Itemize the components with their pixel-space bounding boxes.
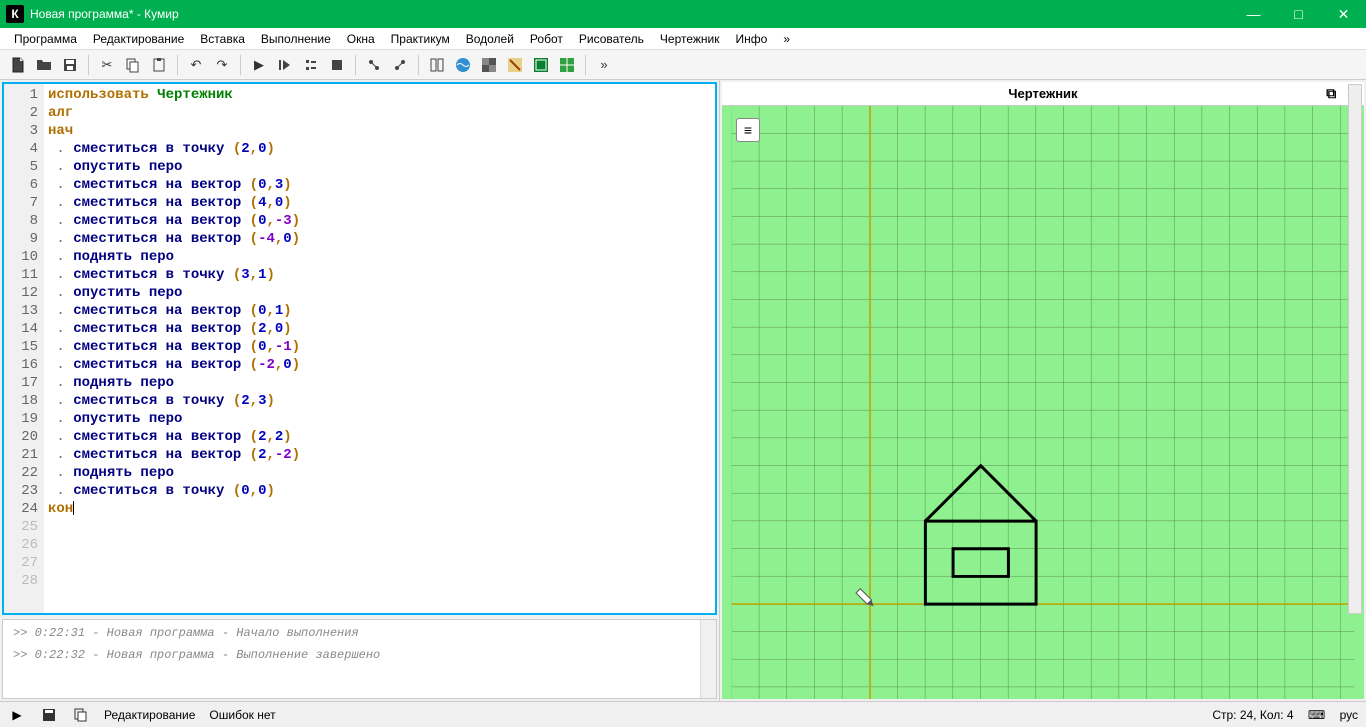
log-line: >> 0:22:31 - Новая программа - Начало вы… <box>13 626 690 640</box>
window-title: Новая программа* - Кумир <box>30 7 179 21</box>
copy-button[interactable] <box>121 53 145 77</box>
panel-popout-button[interactable]: ⧉ <box>1326 85 1336 102</box>
menu-item-10[interactable]: Инфо <box>728 30 776 48</box>
status-mode: Редактирование <box>104 708 195 722</box>
canvas-menu-button[interactable]: ≡ <box>736 118 760 142</box>
menu-item-1[interactable]: Редактирование <box>85 30 192 48</box>
menu-item-5[interactable]: Практикум <box>383 30 458 48</box>
actor-painter-button[interactable] <box>503 53 527 77</box>
code-line[interactable]: . опустить перо <box>48 410 711 428</box>
code-line[interactable]: . сместиться на вектор (-2,0) <box>48 356 711 374</box>
code-line[interactable]: кон <box>48 500 711 518</box>
new-file-button[interactable] <box>6 53 30 77</box>
output-log: >> 0:22:31 - Новая программа - Начало вы… <box>2 619 717 699</box>
menu-item-7[interactable]: Робот <box>522 30 571 48</box>
code-line[interactable]: . поднять перо <box>48 374 711 392</box>
step-button[interactable] <box>273 53 297 77</box>
menu-item-0[interactable]: Программа <box>6 30 85 48</box>
code-line[interactable]: . сместиться на вектор (2,-2) <box>48 446 711 464</box>
code-line[interactable]: . сместиться в точку (3,1) <box>48 266 711 284</box>
actor-drafter-button[interactable] <box>529 53 553 77</box>
code-line[interactable]: использовать Чертежник <box>48 86 711 104</box>
log-line: >> 0:22:32 - Новая программа - Выполнени… <box>13 648 690 662</box>
toggle-button-1[interactable] <box>362 53 386 77</box>
drafter-canvas[interactable]: ≡ <box>722 106 1364 699</box>
code-line[interactable]: . сместиться на вектор (0,-1) <box>48 338 711 356</box>
status-errors: Ошибок нет <box>209 708 275 722</box>
undo-button[interactable]: ↶ <box>184 53 208 77</box>
code-line[interactable]: . сместиться на вектор (0,3) <box>48 176 711 194</box>
open-file-button[interactable] <box>32 53 56 77</box>
toolbar: ✂ ↶ ↷ ▶ » <box>0 50 1366 80</box>
maximize-button[interactable]: □ <box>1276 0 1321 28</box>
line-gutter: 1234567891011121314151617181920212223242… <box>4 84 44 613</box>
code-editor[interactable]: 1234567891011121314151617181920212223242… <box>2 82 717 615</box>
log-scrollbar[interactable] <box>700 620 716 698</box>
code-line[interactable]: . опустить перо <box>48 158 711 176</box>
code-line[interactable]: . поднять перо <box>48 464 711 482</box>
run-button[interactable]: ▶ <box>247 53 271 77</box>
code-line[interactable]: . сместиться на вектор (2,0) <box>48 320 711 338</box>
code-line[interactable]: . сместиться в точку (2,0) <box>48 140 711 158</box>
menu-item-2[interactable]: Вставка <box>192 30 253 48</box>
statusbar: ▶ Редактирование Ошибок нет Стр: 24, Кол… <box>0 701 1366 727</box>
actor-robot-button[interactable] <box>477 53 501 77</box>
status-copy-icon[interactable] <box>72 706 90 724</box>
stop-button[interactable] <box>325 53 349 77</box>
paste-button[interactable] <box>147 53 171 77</box>
redo-button[interactable]: ↷ <box>210 53 234 77</box>
cut-button[interactable]: ✂ <box>95 53 119 77</box>
code-line[interactable]: . сместиться на вектор (2,2) <box>48 428 711 446</box>
code-line[interactable]: нач <box>48 122 711 140</box>
menu-item-3[interactable]: Выполнение <box>253 30 339 48</box>
code-line[interactable]: . поднять перо <box>48 248 711 266</box>
editor-scrollbar[interactable] <box>1348 84 1362 614</box>
actor-turtle-button[interactable] <box>425 53 449 77</box>
minimize-button[interactable]: — <box>1231 0 1276 28</box>
code-line[interactable]: . сместиться на вектор (0,1) <box>48 302 711 320</box>
canvas-svg <box>722 106 1364 699</box>
more-button[interactable]: » <box>592 53 616 77</box>
actor-panel-title: Чертежник <box>1008 86 1077 101</box>
status-position: Стр: 24, Кол: 4 <box>1212 708 1293 722</box>
code-area[interactable]: использовать Чертежникалгнач . сместитьс… <box>44 84 715 613</box>
code-line[interactable]: . сместиться в точку (0,0) <box>48 482 711 500</box>
menubar: ПрограммаРедактированиеВставкаВыполнение… <box>0 28 1366 50</box>
actor-water-button[interactable] <box>451 53 475 77</box>
menu-item-8[interactable]: Рисователь <box>571 30 652 48</box>
code-line[interactable]: . сместиться в точку (2,3) <box>48 392 711 410</box>
code-line[interactable]: алг <box>48 104 711 122</box>
code-line[interactable]: . сместиться на вектор (0,-3) <box>48 212 711 230</box>
status-run-icon[interactable]: ▶ <box>8 706 26 724</box>
status-save-icon[interactable] <box>40 706 58 724</box>
status-lang: рус <box>1340 708 1358 722</box>
toggle-button-2[interactable] <box>388 53 412 77</box>
close-button[interactable]: ✕ <box>1321 0 1366 28</box>
actor-panel-header: Чертежник ⧉ ✕ <box>722 82 1364 106</box>
menu-item-11[interactable]: » <box>775 30 798 48</box>
code-line[interactable]: . сместиться на вектор (-4,0) <box>48 230 711 248</box>
actor-grid-button[interactable] <box>555 53 579 77</box>
menu-item-9[interactable]: Чертежник <box>652 30 728 48</box>
code-line[interactable]: . опустить перо <box>48 284 711 302</box>
menu-item-6[interactable]: Водолей <box>458 30 522 48</box>
code-line[interactable]: . сместиться на вектор (4,0) <box>48 194 711 212</box>
titlebar: К Новая программа* - Кумир — □ ✕ <box>0 0 1366 28</box>
step-into-button[interactable] <box>299 53 323 77</box>
app-icon: К <box>6 5 24 23</box>
save-file-button[interactable] <box>58 53 82 77</box>
menu-item-4[interactable]: Окна <box>339 30 383 48</box>
